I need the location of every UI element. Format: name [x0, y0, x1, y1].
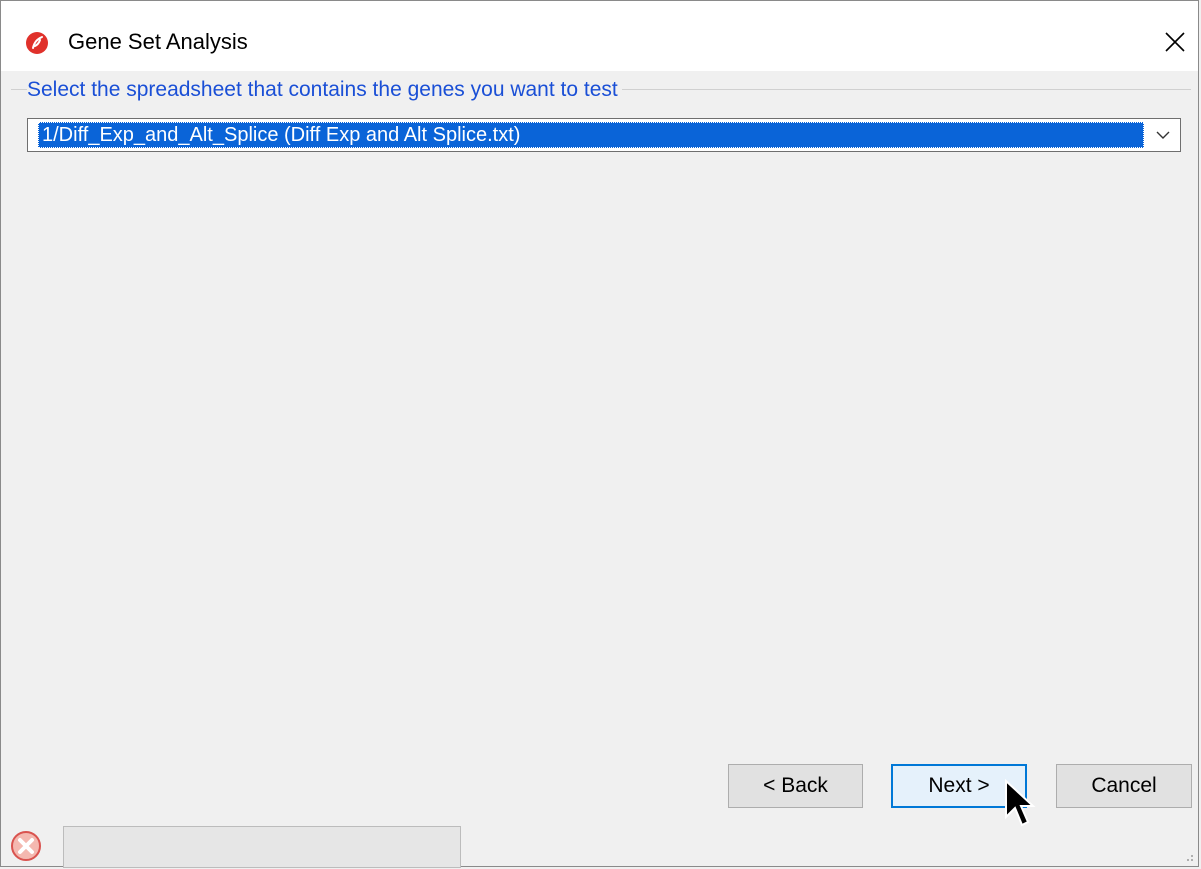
group-label: Select the spreadsheet that contains the…	[27, 78, 622, 102]
dropdown-toggle[interactable]	[1146, 119, 1180, 151]
gene-set-analysis-dialog: Gene Set Analysis Select the spreadsheet…	[0, 0, 1199, 868]
window-title: Gene Set Analysis	[68, 29, 248, 54]
cancel-button[interactable]: Cancel	[1056, 764, 1192, 808]
mouse-cursor-icon	[1005, 779, 1036, 827]
resize-grip-icon[interactable]	[1180, 848, 1194, 862]
status-progress-bar	[63, 826, 461, 868]
error-status-icon	[11, 831, 41, 861]
back-button[interactable]: < Back	[728, 764, 863, 808]
title-bar: Gene Set Analysis	[1, 1, 1198, 71]
close-icon	[1165, 32, 1185, 52]
close-button[interactable]	[1152, 19, 1198, 65]
selected-spreadsheet[interactable]: 1/Diff_Exp_and_Alt_Splice (Diff Exp and …	[38, 122, 1144, 148]
app-logo-icon	[26, 32, 48, 54]
chevron-down-icon	[1156, 131, 1170, 139]
spreadsheet-select[interactable]: 1/Diff_Exp_and_Alt_Splice (Diff Exp and …	[27, 118, 1181, 152]
